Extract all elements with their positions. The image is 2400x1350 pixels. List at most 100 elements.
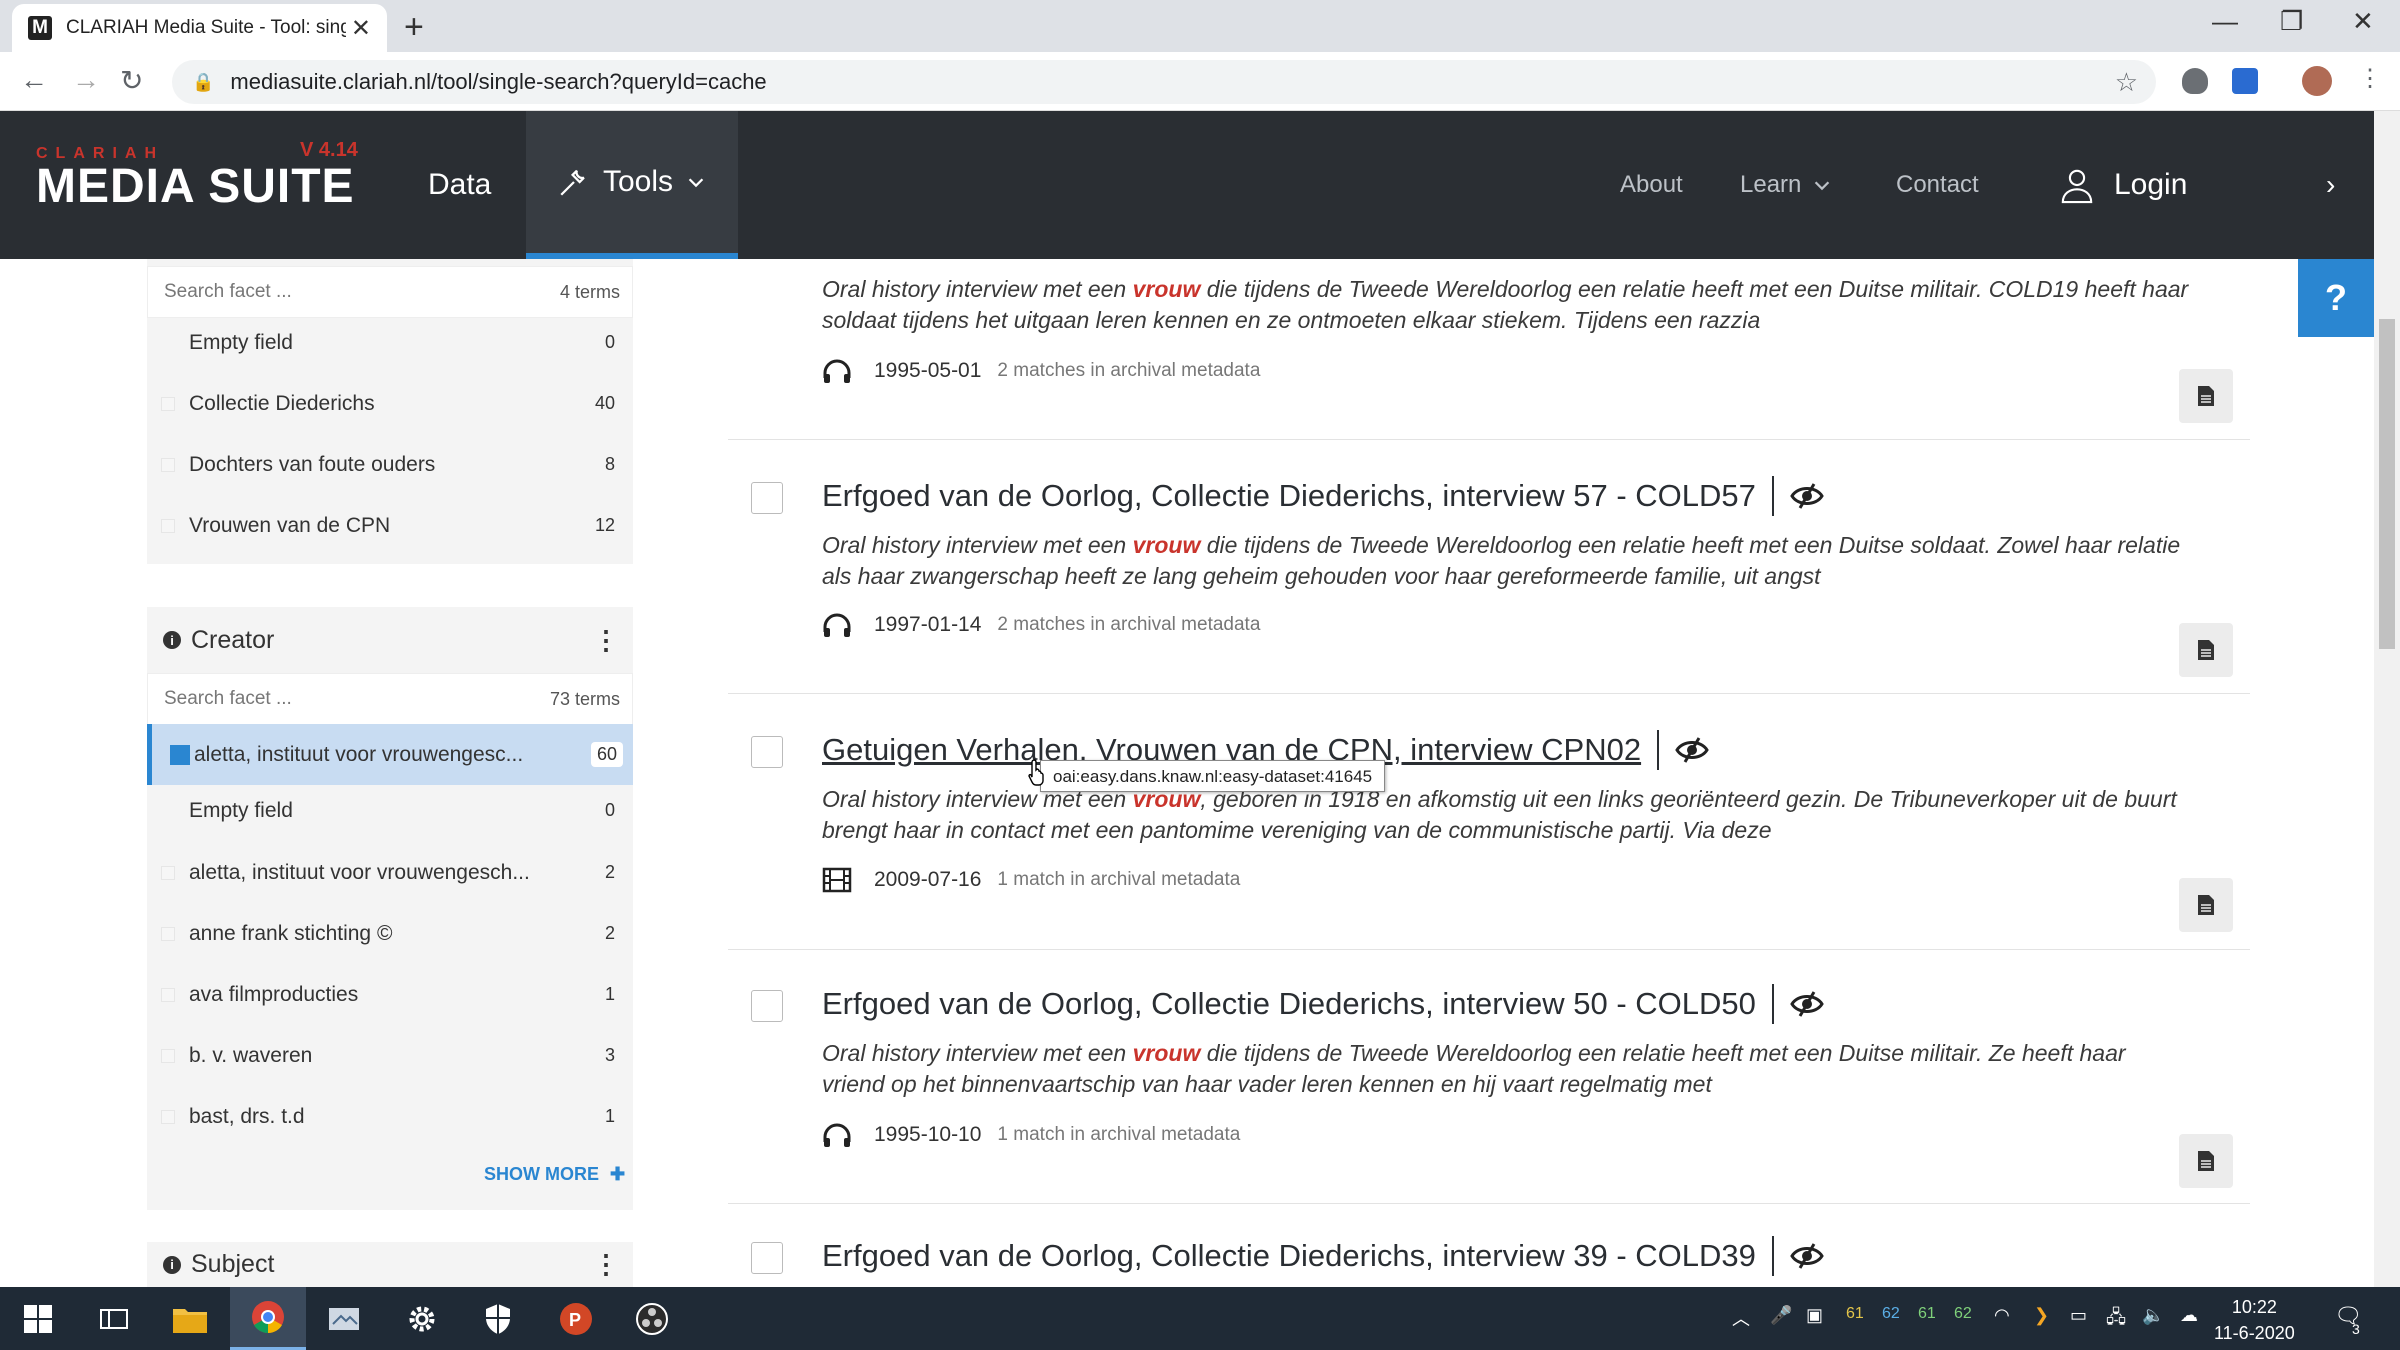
result-title-text[interactable]: Erfgoed van de Oorlog, Collectie Diederi… xyxy=(822,1238,1756,1274)
result-checkbox[interactable] xyxy=(751,990,783,1022)
facet-item[interactable]: aletta, instituut voor vrouwengesch... 2 xyxy=(147,842,633,903)
microphone-icon[interactable]: 🎤 xyxy=(1770,1305,1792,1326)
tray-chevron-up-icon[interactable]: ︿ xyxy=(1732,1305,1750,1331)
help-button[interactable]: ? xyxy=(2298,259,2374,337)
windows-start-icon[interactable] xyxy=(0,1287,76,1350)
url-bar[interactable]: 🔒 mediasuite.clariah.nl/tool/single-sear… xyxy=(172,60,2156,104)
battery-icon[interactable]: ▭ xyxy=(2070,1305,2087,1326)
facet-checkbox[interactable] xyxy=(161,1109,175,1124)
facet-item[interactable]: Empty field 0 xyxy=(147,312,633,373)
facet-checkbox[interactable] xyxy=(161,1048,175,1063)
creator-facet-search[interactable]: Search facet ... 73 terms xyxy=(147,673,633,725)
result-title[interactable]: Erfgoed van de Oorlog, Collectie Diederi… xyxy=(822,1236,1824,1276)
browser-tab[interactable]: M CLARIAH Media Suite - Tool: sing ✕ xyxy=(12,4,387,52)
eye-slash-icon[interactable] xyxy=(1790,990,1824,1018)
creator-facet-header: i Creator ⋮ xyxy=(147,607,633,673)
facet-checkbox[interactable] xyxy=(161,987,175,1002)
more-options-icon[interactable]: ⋮ xyxy=(593,1249,619,1280)
extension-icon[interactable] xyxy=(2232,68,2258,94)
tray-app-icon[interactable]: ▣ xyxy=(1806,1305,1823,1326)
info-icon[interactable]: i xyxy=(163,1255,181,1274)
facet-item[interactable]: Dochters van foute ouders 8 xyxy=(147,434,633,495)
reload-icon[interactable]: ↻ xyxy=(120,64,143,97)
facet-item[interactable]: Collectie Diederichs 40 xyxy=(147,373,633,434)
back-icon[interactable]: ← xyxy=(20,64,48,96)
facet-item[interactable]: anne frank stichting © 2 xyxy=(147,903,633,964)
facet-item-selected[interactable]: aletta, instituut voor vrouwengesc... 60 xyxy=(147,724,633,785)
result-title[interactable]: Erfgoed van de Oorlog, Collectie Diederi… xyxy=(822,476,1824,516)
result-item: Erfgoed van de Oorlog, Collectie Diederi… xyxy=(728,440,2250,694)
result-title-text[interactable]: Erfgoed van de Oorlog, Collectie Diederi… xyxy=(822,986,1756,1022)
facet-checkbox[interactable] xyxy=(161,396,175,411)
tray-app-icon[interactable]: ◠ xyxy=(1994,1305,2010,1326)
result-checkbox[interactable] xyxy=(751,736,783,768)
browser-tabstrip: M CLARIAH Media Suite - Tool: sing ✕ + —… xyxy=(0,0,2400,52)
facet-checkbox[interactable] xyxy=(161,457,175,472)
bookmark-star-icon[interactable]: ☆ xyxy=(2115,67,2138,98)
result-title[interactable]: Erfgoed van de Oorlog, Collectie Diederi… xyxy=(822,984,1824,1024)
close-window-icon[interactable]: ✕ xyxy=(2352,6,2374,37)
tab-title: CLARIAH Media Suite - Tool: sing xyxy=(66,17,346,38)
mediasuite-favicon-icon: M xyxy=(28,16,52,40)
scrollbar-thumb[interactable] xyxy=(2379,319,2395,649)
search-placeholder: Search facet ... xyxy=(164,688,292,709)
minimize-icon[interactable]: — xyxy=(2212,6,2238,37)
facet-item[interactable]: b. v. waveren 3 xyxy=(147,1025,633,1086)
facet-item-label: Vrouwen van de CPN xyxy=(189,513,391,537)
facet-item[interactable]: ava filmproducties 1 xyxy=(147,964,633,1025)
result-title-text[interactable]: Erfgoed van de Oorlog, Collectie Diederi… xyxy=(822,478,1756,514)
shield-extension-icon[interactable] xyxy=(2182,68,2208,94)
facet-item-count: 60 xyxy=(590,742,623,767)
eye-slash-icon[interactable] xyxy=(1675,736,1709,764)
close-tab-icon[interactable]: ✕ xyxy=(351,14,371,43)
browser-menu-icon[interactable]: ⋮ xyxy=(2358,64,2382,93)
facet-item[interactable]: Vrouwen van de CPN 12 xyxy=(147,495,633,556)
document-button[interactable] xyxy=(2179,623,2233,677)
obs-icon[interactable] xyxy=(614,1287,690,1350)
task-view-icon[interactable] xyxy=(76,1287,152,1350)
show-more-button[interactable]: SHOW MORE ✚ xyxy=(484,1164,625,1185)
taskbar-clock[interactable]: 10:22 11-6-2020 xyxy=(2214,1294,2295,1346)
result-matches: 1 match in archival metadata xyxy=(997,1124,1241,1145)
result-description: Oral history interview met een vrouw die… xyxy=(822,1040,2126,1097)
show-more-label: SHOW MORE xyxy=(484,1164,599,1184)
logo-media-suite[interactable]: MEDIA SUITE xyxy=(36,159,355,214)
network-icon[interactable]: 🖧 xyxy=(2106,1305,2126,1335)
volume-icon[interactable]: 🔈 xyxy=(2142,1305,2164,1326)
forward-icon[interactable]: → xyxy=(72,64,100,96)
facet-checkbox[interactable] xyxy=(161,865,175,880)
nav-data[interactable]: Data xyxy=(428,111,491,259)
app-icon[interactable] xyxy=(306,1287,382,1350)
facet-checkbox[interactable] xyxy=(161,926,175,941)
chrome-icon[interactable] xyxy=(230,1287,306,1350)
collection-facet-search[interactable]: Search facet ... 4 terms xyxy=(147,266,633,318)
nav-tools[interactable]: Tools xyxy=(526,111,738,259)
result-checkbox[interactable] xyxy=(751,1242,783,1274)
eye-slash-icon[interactable] xyxy=(1790,482,1824,510)
restore-icon[interactable]: ❐ xyxy=(2280,6,2303,37)
eye-slash-icon[interactable] xyxy=(1790,1242,1824,1270)
facet-item[interactable]: Empty field 0 xyxy=(147,780,633,841)
document-button[interactable] xyxy=(2179,878,2233,932)
profile-avatar[interactable] xyxy=(2302,66,2332,96)
page-scrollbar[interactable] xyxy=(2374,111,2400,1287)
chevron-right-icon[interactable]: › xyxy=(2326,111,2335,259)
document-button[interactable] xyxy=(2179,369,2233,423)
facet-item[interactable]: bast, drs. t.d 1 xyxy=(147,1086,633,1147)
search-highlight: vrouw xyxy=(1132,276,1201,302)
more-options-icon[interactable]: ⋮ xyxy=(593,625,619,656)
security-shield-icon[interactable] xyxy=(460,1287,536,1350)
file-explorer-icon[interactable] xyxy=(152,1287,228,1350)
facet-checkbox[interactable] xyxy=(161,518,175,533)
result-meta: 1995-10-10 1 match in archival metadata xyxy=(822,1122,1240,1148)
settings-gear-icon[interactable] xyxy=(384,1287,460,1350)
facet-checkbox-checked[interactable] xyxy=(170,744,190,765)
info-icon[interactable]: i xyxy=(163,631,181,649)
result-checkbox[interactable] xyxy=(751,482,783,514)
document-button[interactable] xyxy=(2179,1134,2233,1188)
tray-stat: 62 xyxy=(1882,1305,1900,1322)
new-tab-icon[interactable]: + xyxy=(404,8,424,47)
powerpoint-icon[interactable]: P xyxy=(538,1287,614,1350)
tray-app-icon[interactable]: ❯ xyxy=(2034,1305,2049,1326)
onedrive-cloud-icon[interactable]: ☁ xyxy=(2180,1305,2198,1326)
